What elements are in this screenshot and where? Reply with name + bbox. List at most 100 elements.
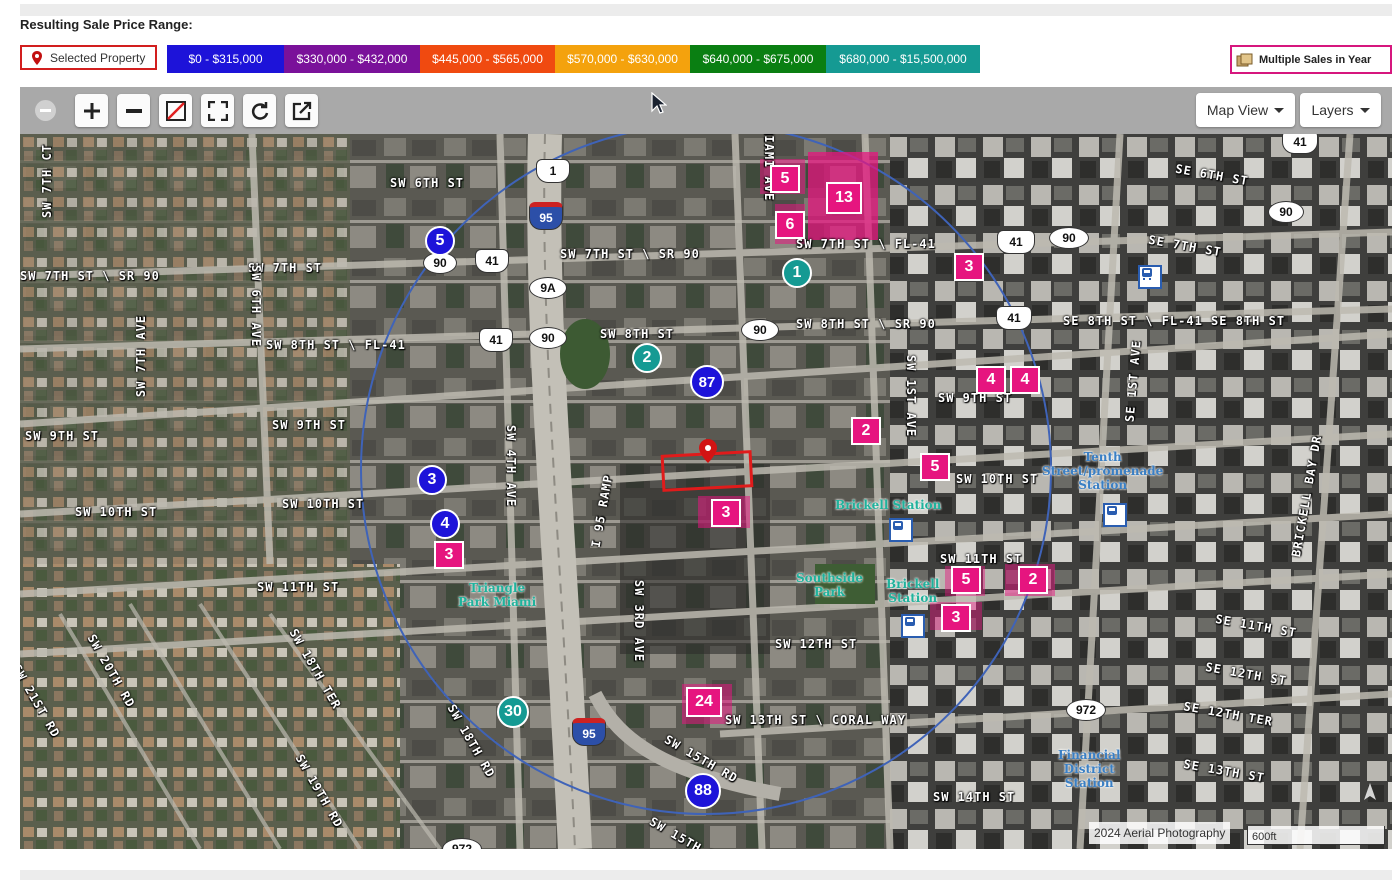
route-shield: 41: [996, 306, 1032, 330]
zoom-out-icon: [125, 108, 142, 113]
sale-marker[interactable]: 3: [417, 465, 447, 495]
street-label: SW 7TH ST \ SR 90: [20, 269, 160, 283]
street-label: SW 4TH AVE: [504, 424, 519, 508]
street-label: SW 7TH ST \ SR 90: [560, 247, 700, 261]
street-label: SW 10TH ST: [956, 472, 1039, 486]
sale-marker-multi[interactable]: 13: [826, 182, 862, 214]
zoom-in-icon: [83, 102, 100, 119]
route-oval: 90: [1268, 201, 1304, 223]
chevron-down-icon: [1274, 107, 1285, 113]
sale-marker[interactable]: 30: [497, 696, 529, 728]
chevron-down-icon: [1359, 107, 1370, 113]
street-label: SW 13TH ST \ CORAL WAY: [725, 713, 906, 727]
sale-marker[interactable]: 4: [430, 509, 460, 539]
reset-button[interactable]: [243, 94, 276, 127]
poi-tenth-street-station: Tenth Street/promenade Station: [1042, 450, 1164, 492]
layers-label: Layers: [1311, 102, 1354, 118]
legend-selected-property: Selected Property: [20, 45, 157, 70]
sale-marker[interactable]: 1: [782, 258, 812, 288]
transit-station-icon[interactable]: [1138, 265, 1162, 289]
fullscreen-button[interactable]: [201, 94, 234, 127]
sale-marker-multi[interactable]: 24: [686, 687, 722, 717]
map-canvas[interactable]: SW 6TH ST SW 7TH ST SW 7TH ST \ SR 90 SW…: [20, 134, 1392, 849]
street-label: SW 3RD AVE: [632, 579, 647, 663]
street-label: SW 8TH ST \ FL-41: [266, 338, 406, 352]
reset-icon: [251, 101, 268, 120]
range-3: $570,000 - $630,000: [555, 45, 690, 73]
multiple-sales-icon: [1236, 53, 1253, 66]
legend-multiple-sales: Multiple Sales in Year: [1230, 45, 1392, 74]
sale-marker-multi[interactable]: 2: [1018, 566, 1048, 594]
poi-brickell-station: Brickell Station: [835, 498, 942, 512]
sale-marker[interactable]: 2: [632, 343, 662, 373]
route-oval: 90: [1049, 227, 1089, 249]
sale-marker-multi[interactable]: 5: [920, 453, 950, 481]
street-label: SW 7TH AVE: [134, 314, 149, 398]
range-0: $0 - $315,000: [167, 45, 284, 73]
zoom-out-button[interactable]: [117, 94, 150, 127]
street-label: SW 8TH ST \ SR 90: [796, 317, 936, 331]
multiple-sales-label: Multiple Sales in Year: [1259, 53, 1372, 66]
sale-marker-multi[interactable]: 5: [951, 566, 981, 594]
compass-icon: [1364, 783, 1376, 800]
sale-marker-multi[interactable]: 5: [770, 165, 800, 193]
transit-station-icon[interactable]: [889, 518, 913, 542]
range-4: $640,000 - $675,000: [690, 45, 826, 73]
sale-marker-multi[interactable]: 3: [711, 499, 741, 527]
sale-marker[interactable]: 87: [690, 365, 724, 399]
transit-station-icon[interactable]: [1103, 503, 1127, 527]
layers-dropdown[interactable]: Layers: [1300, 93, 1381, 127]
street-label: SE 8TH ST \ FL-41 SE 8TH ST: [1063, 314, 1286, 328]
street-label: SW 8TH ST: [600, 327, 675, 341]
sale-marker[interactable]: 5: [425, 226, 455, 256]
range-2: $445,000 - $565,000: [420, 45, 555, 73]
transit-station-icon[interactable]: [901, 614, 925, 638]
map-footer: 2024 Aerial Photography 600ft: [1089, 822, 1389, 848]
legend-title: Resulting Sale Price Range:: [20, 17, 193, 32]
route-shield: 1: [536, 159, 570, 183]
minimize-icon[interactable]: [35, 100, 56, 121]
route-shield: 41: [1282, 134, 1318, 154]
legend-selected-label: Selected Property: [50, 50, 146, 65]
street-label: SW 1ST AVE: [904, 354, 919, 438]
poi-financial-district-station: Financial District Station: [1058, 748, 1121, 790]
sale-marker-multi[interactable]: 4: [1010, 366, 1040, 394]
map-pin-icon: [32, 50, 42, 65]
sale-marker-multi[interactable]: 6: [775, 211, 805, 239]
mouse-cursor-icon: [651, 92, 667, 114]
poi-brickell-station-2: Brickell Station: [886, 577, 940, 605]
street-label: SW 11TH ST: [940, 552, 1023, 566]
sale-marker-multi[interactable]: 4: [976, 366, 1006, 394]
route-shield: 41: [479, 328, 513, 352]
sale-marker-multi[interactable]: 3: [941, 604, 971, 632]
sale-marker[interactable]: 88: [685, 773, 721, 809]
share-button[interactable]: [285, 94, 318, 127]
sale-marker-multi[interactable]: 2: [851, 417, 881, 445]
poi-triangle-park: Triangle Park Miami: [458, 581, 537, 609]
route-oval: 9A: [529, 277, 567, 299]
attribution: 2024 Aerial Photography: [1089, 822, 1231, 844]
street-label: SW 9TH ST: [25, 429, 100, 443]
scale-bar: 600ft: [1247, 826, 1385, 845]
map-view-label: Map View: [1206, 102, 1269, 118]
street-label: SW 7TH ST \ FL-41: [796, 237, 936, 251]
route-shield: 41: [997, 230, 1035, 254]
draw-polygon-button[interactable]: [159, 94, 192, 127]
map-view-dropdown[interactable]: Map View: [1196, 93, 1295, 127]
zoom-in-button[interactable]: [75, 94, 108, 127]
route-oval: 972: [1066, 699, 1106, 721]
street-label: SW 7TH CT: [40, 143, 55, 219]
price-range-legend: $0 - $315,000 $330,000 - $432,000 $445,0…: [167, 45, 980, 73]
street-label: SW 6TH AVE: [249, 264, 264, 348]
sale-marker-multi[interactable]: 3: [954, 253, 984, 281]
street-label: SW 11TH ST: [257, 580, 340, 594]
top-divider: [20, 4, 1392, 16]
street-label: SW 10TH ST: [282, 497, 365, 511]
interstate-shield: 95: [572, 718, 606, 746]
route-oval: 90: [741, 319, 779, 341]
range-5: $680,000 - $15,500,000: [826, 45, 980, 73]
street-label: SW 6TH ST: [390, 176, 465, 190]
draw-polygon-icon: [165, 100, 186, 121]
street-label: SW 14TH ST: [933, 790, 1016, 804]
sale-marker-multi[interactable]: 3: [434, 541, 464, 569]
